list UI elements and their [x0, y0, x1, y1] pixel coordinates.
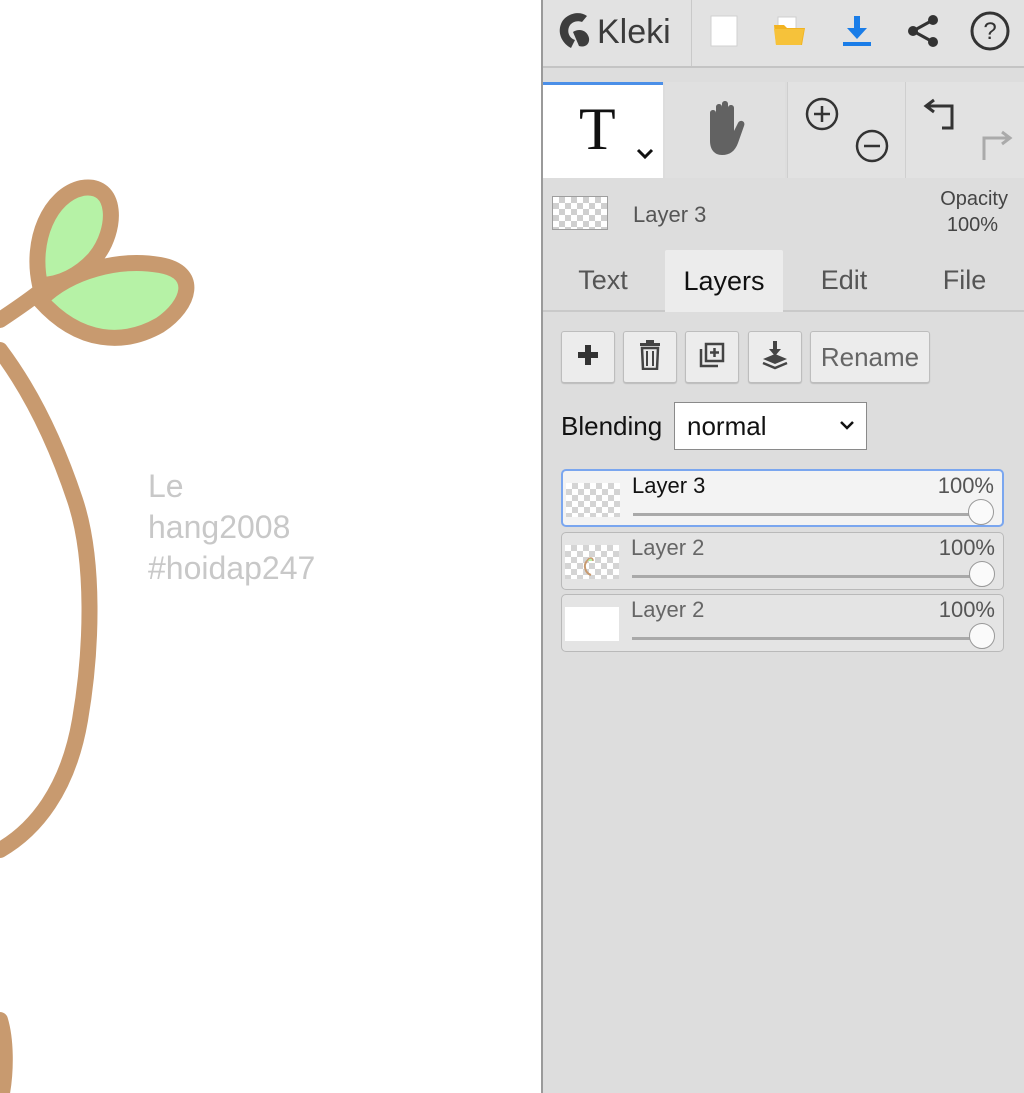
- slider-handle[interactable]: [968, 499, 994, 525]
- opacity-label: Opacity: [940, 188, 1008, 210]
- top-toolbar: Kleki ?: [543, 0, 1024, 68]
- layer-thumbnail: [565, 607, 619, 641]
- chevron-down-icon[interactable]: [635, 147, 655, 166]
- rename-layer-button[interactable]: Rename: [810, 331, 930, 383]
- layers-panel: Rename Blending normal Layer 3 100% Laye…: [543, 312, 1024, 1093]
- merge-down-icon: [761, 340, 789, 375]
- layer-name: Layer 2: [631, 535, 705, 560]
- add-layer-button[interactable]: [561, 331, 615, 383]
- zoom-controls: [787, 82, 906, 178]
- duplicate-icon: [698, 341, 726, 374]
- canvas-text-line: #hoidap247: [148, 550, 316, 586]
- opacity-value: 100%: [946, 214, 998, 236]
- undo-icon[interactable]: [922, 96, 962, 137]
- hand-tool-button[interactable]: [665, 82, 785, 178]
- app-name: Kleki: [597, 12, 671, 51]
- blending-value: normal: [687, 411, 767, 441]
- new-file-icon: [709, 14, 739, 53]
- drawing-canvas[interactable]: Le hang2008 #hoidap247: [0, 0, 541, 1093]
- layer-opacity-slider[interactable]: [633, 513, 980, 516]
- layer-name: Layer 3: [632, 473, 706, 498]
- text-tool-button[interactable]: T: [543, 82, 663, 178]
- history-controls: [905, 82, 1024, 178]
- canvas-text-line: hang2008: [148, 509, 291, 545]
- help-icon: ?: [969, 10, 1011, 57]
- share-button[interactable]: [900, 10, 946, 56]
- current-layer-name: Layer 3: [633, 202, 707, 227]
- layer-name: Layer 2: [631, 597, 705, 622]
- blending-label: Blending: [561, 411, 663, 441]
- layer-opacity-value: 100%: [937, 473, 994, 498]
- slider-handle[interactable]: [969, 623, 995, 649]
- redo-icon[interactable]: [974, 128, 1014, 169]
- zoom-in-icon[interactable]: [804, 96, 840, 137]
- duplicate-layer-button[interactable]: [685, 331, 739, 383]
- layer-opacity-value: 100%: [938, 597, 995, 622]
- tab-layers[interactable]: Layers: [665, 250, 783, 312]
- current-layer-info: Layer 3 Opacity 100%: [543, 180, 1024, 248]
- sidebar: Kleki ? T Layer 3 Opacity 100% Text Laye…: [541, 0, 1024, 1093]
- blending-select[interactable]: normal: [674, 402, 867, 450]
- kleki-logo[interactable]: Kleki: [557, 8, 671, 56]
- download-button[interactable]: [834, 10, 880, 56]
- delete-layer-button[interactable]: [623, 331, 677, 383]
- tab-file[interactable]: File: [905, 248, 1024, 312]
- tool-row: T: [543, 82, 1024, 178]
- zoom-out-icon[interactable]: [854, 128, 890, 169]
- tab-text[interactable]: Text: [543, 248, 663, 312]
- slider-handle[interactable]: [969, 561, 995, 587]
- canvas-text: Le hang2008 #hoidap247: [148, 466, 315, 589]
- open-folder-icon: [772, 15, 808, 52]
- new-file-button[interactable]: [701, 10, 747, 56]
- layer-thumbnail: [566, 483, 620, 517]
- layer-row[interactable]: Layer 3 100%: [561, 469, 1004, 527]
- layer-thumbnail: [565, 545, 619, 579]
- tab-edit[interactable]: Edit: [785, 248, 903, 312]
- help-button[interactable]: ?: [967, 10, 1013, 56]
- current-layer-thumbnail: [552, 196, 608, 230]
- canvas-text-line: Le: [148, 468, 184, 504]
- layer-opacity-slider[interactable]: [632, 637, 981, 640]
- trash-icon: [638, 339, 662, 375]
- merge-layer-button[interactable]: [748, 331, 802, 383]
- plus-icon: [577, 344, 599, 371]
- layer-row[interactable]: Layer 2 100%: [561, 532, 1004, 590]
- chevron-down-icon: [838, 403, 856, 463]
- svg-text:?: ?: [983, 18, 996, 45]
- open-file-button[interactable]: [767, 10, 813, 56]
- kleki-logo-icon: [557, 10, 593, 55]
- layer-row[interactable]: Layer 2 100%: [561, 594, 1004, 652]
- text-tool-icon: T: [579, 96, 616, 162]
- hand-tool-icon: [700, 99, 750, 162]
- divider: [691, 0, 692, 66]
- panel-tabs: Text Layers Edit File: [543, 248, 1024, 312]
- share-icon: [905, 13, 941, 54]
- layer-opacity-value: 100%: [938, 535, 995, 560]
- download-icon: [841, 14, 873, 53]
- layer-opacity-slider[interactable]: [632, 575, 981, 578]
